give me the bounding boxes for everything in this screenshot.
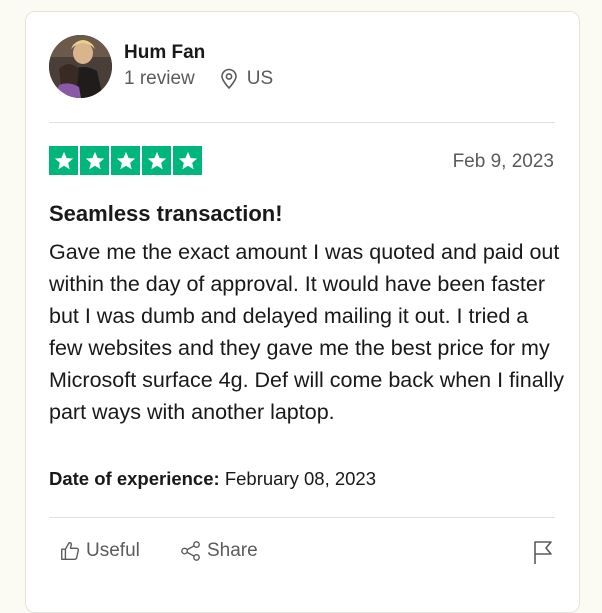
experience-label: Date of experience: [49, 468, 220, 489]
star-icon [142, 146, 171, 175]
share-button[interactable]: Share [180, 540, 258, 562]
review-card: Hum Fan 1 review US Feb 9, 2023 Seamless… [25, 11, 580, 613]
star-rating [49, 146, 204, 175]
reviewer-name[interactable]: Hum Fan [124, 42, 205, 64]
review-count: 1 review [124, 68, 195, 89]
review-body: Gave me the exact amount I was quoted an… [49, 240, 565, 424]
page-edge [596, 0, 602, 584]
star-icon [49, 146, 78, 175]
footer-divider [49, 517, 555, 518]
useful-button[interactable]: Useful [59, 540, 140, 562]
useful-label: Useful [86, 540, 140, 561]
date-of-experience: Date of experience: February 08, 2023 [49, 468, 376, 490]
review-date: Feb 9, 2023 [452, 151, 554, 172]
star-icon [80, 146, 109, 175]
star-icon [111, 146, 140, 175]
star-icon [173, 146, 202, 175]
experience-date: February 08, 2023 [224, 468, 377, 489]
thumbs-up-icon [61, 541, 80, 560]
share-icon [181, 541, 200, 561]
report-flag-button[interactable] [531, 539, 555, 570]
header-divider [49, 122, 555, 123]
reviewer-meta: 1 review US [124, 68, 273, 90]
avatar[interactable] [49, 35, 112, 98]
location-pin-icon [220, 68, 237, 90]
flag-icon [534, 541, 552, 564]
share-label: Share [207, 540, 258, 561]
review-title[interactable]: Seamless transaction! [49, 201, 283, 227]
reviewer-country: US [246, 68, 274, 89]
